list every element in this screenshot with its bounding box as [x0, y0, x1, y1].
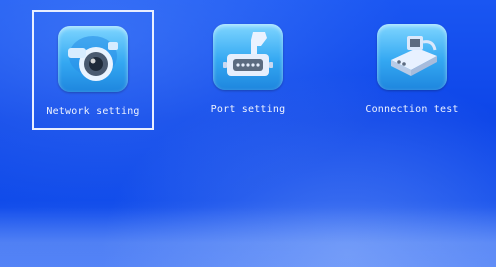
connection-test-icon [377, 24, 447, 90]
menu-item-port-setting[interactable]: Port setting [187, 10, 309, 130]
serial-port-icon [213, 24, 283, 90]
connection-test-icon-graphic [391, 36, 437, 76]
camera-icon [58, 26, 128, 92]
menu-item-label: Network setting [46, 106, 140, 117]
main-menu: Network setting Port setting Connection … [0, 0, 496, 140]
serial-port-icon-graphic [223, 32, 273, 76]
menu-item-connection-test[interactable]: Connection test [351, 10, 473, 130]
camera-icon-graphic [68, 36, 118, 81]
device-screen: Network setting Port setting Connection … [0, 0, 496, 267]
screen-glare [0, 207, 496, 267]
menu-item-label: Connection test [365, 104, 459, 115]
menu-item-label: Port setting [210, 104, 286, 115]
menu-item-network-setting[interactable]: Network setting [32, 10, 154, 130]
